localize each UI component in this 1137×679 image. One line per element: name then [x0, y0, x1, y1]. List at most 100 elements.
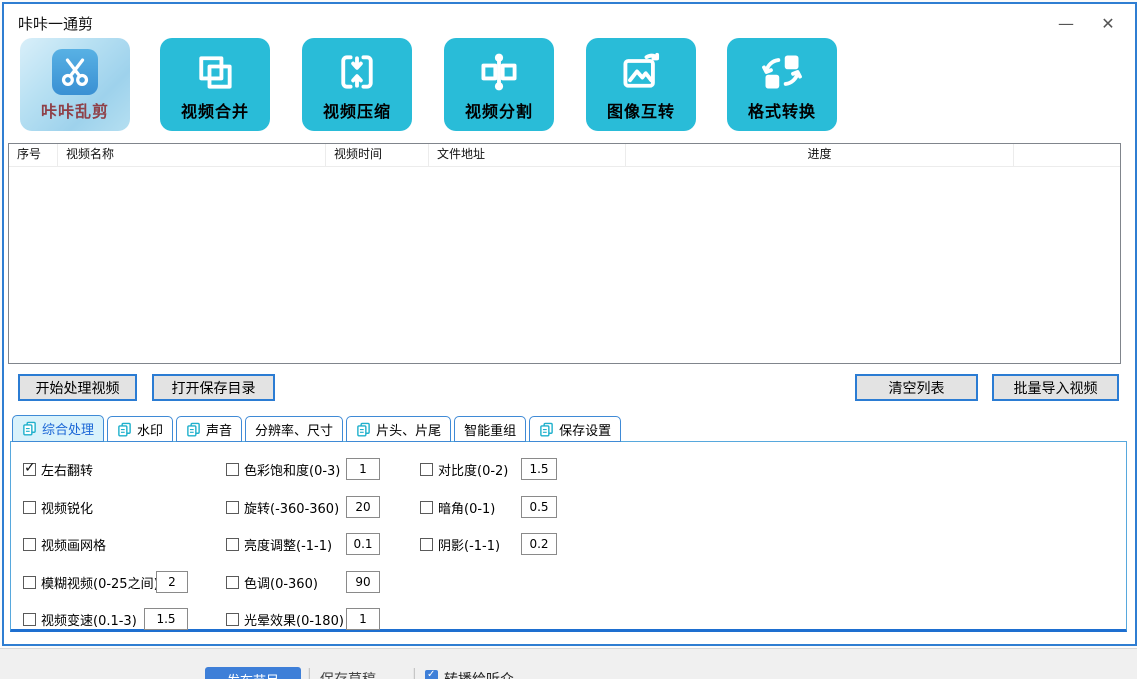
value-input-col2-1[interactable]: 1 — [346, 458, 380, 480]
tool-button-label: 图像互转 — [586, 98, 696, 122]
document-copy-icon — [22, 421, 37, 436]
tool-button-1[interactable]: 咔咔乱剪 — [20, 38, 130, 131]
tool-button-4[interactable]: 视频分割 — [444, 38, 554, 131]
checkbox-col1-1[interactable] — [23, 463, 36, 476]
checkbox-col2-1[interactable] — [226, 463, 239, 476]
tab-1[interactable]: 综合处理 — [12, 415, 104, 442]
column-header-6[interactable] — [1014, 144, 1120, 166]
tab-label: 声音 — [206, 420, 232, 439]
option-row: 亮度调整(-1-1) — [226, 533, 332, 555]
clear-list-button[interactable]: 清空列表 — [855, 374, 978, 401]
option-label: 光晕效果(0-180) — [244, 610, 344, 629]
column-header-1[interactable]: 序号 — [9, 144, 58, 166]
tab-label: 片头、片尾 — [376, 420, 441, 439]
checkbox-col3-1[interactable] — [420, 463, 433, 476]
start-processing-button[interactable]: 开始处理视频 — [18, 374, 137, 401]
option-row: 色彩饱和度(0-3) — [226, 458, 340, 480]
tab-label: 水印 — [137, 420, 163, 439]
tool-button-label: 视频分割 — [444, 98, 554, 122]
minimize-button[interactable]: — — [1053, 12, 1079, 34]
checkbox-col3-3[interactable] — [420, 538, 433, 551]
checkbox-col1-3[interactable] — [23, 538, 36, 551]
checkbox-col2-3[interactable] — [226, 538, 239, 551]
checkbox-col2-4[interactable] — [226, 576, 239, 589]
strip-separator: | — [412, 667, 417, 679]
tab-label: 保存设置 — [559, 420, 611, 439]
strip-separator: | — [307, 667, 312, 679]
table-header-row: 序号视频名称视频时间文件地址进度 — [9, 144, 1120, 167]
option-row: 旋转(-360-360) — [226, 496, 339, 518]
tab-label: 综合处理 — [42, 419, 94, 438]
checkbox-col2-5[interactable] — [226, 613, 239, 626]
image-swap-icon — [619, 50, 663, 94]
option-label: 左右翻转 — [41, 460, 93, 479]
option-label: 亮度调整(-1-1) — [244, 535, 332, 554]
column-header-2[interactable]: 视频名称 — [58, 144, 326, 166]
value-input-col2-2[interactable]: 20 — [346, 496, 380, 518]
scissors-icon — [52, 49, 98, 95]
column-header-5[interactable]: 进度 — [626, 144, 1014, 166]
option-row: 阴影(-1-1) — [420, 533, 500, 555]
desktop: { "window": { "title": "咔咔一通剪", "minimiz… — [0, 0, 1137, 678]
tab-5[interactable]: 片头、片尾 — [346, 416, 451, 442]
tool-button-6[interactable]: 格式转换 — [727, 38, 837, 131]
option-row: 左右翻转 — [23, 458, 93, 480]
option-label: 旋转(-360-360) — [244, 498, 339, 517]
value-input-col3-3[interactable]: 0.2 — [521, 533, 557, 555]
option-row: 色调(0-360) — [226, 571, 318, 593]
background-window-strip: 发布节目 | 保存草稿 | 转播给听众 — [0, 648, 1137, 679]
option-label: 阴影(-1-1) — [438, 535, 500, 554]
merge-squares-icon — [193, 50, 237, 94]
tab-6[interactable]: 智能重组 — [454, 416, 526, 442]
tab-3[interactable]: 声音 — [176, 416, 242, 442]
tool-button-2[interactable]: 视频合并 — [160, 38, 270, 131]
value-input-col2-5[interactable]: 1 — [346, 608, 380, 630]
close-button[interactable]: ✕ — [1095, 12, 1121, 34]
option-row: 模糊视频(0-25之间) — [23, 571, 159, 593]
document-copy-icon — [356, 422, 371, 437]
value-input-col3-2[interactable]: 0.5 — [521, 496, 557, 518]
option-label: 模糊视频(0-25之间) — [41, 573, 159, 592]
option-row: 暗角(0-1) — [420, 496, 495, 518]
settings-panel: 左右翻转视频锐化视频画网格模糊视频(0-25之间)2视频变速(0.1-3)1.5… — [10, 441, 1127, 632]
tab-7[interactable]: 保存设置 — [529, 416, 621, 442]
value-input-col1-4[interactable]: 2 — [156, 571, 188, 593]
option-label: 视频锐化 — [41, 498, 93, 517]
checkbox-col3-2[interactable] — [420, 501, 433, 514]
option-label: 对比度(0-2) — [438, 460, 508, 479]
format-swap-icon — [760, 50, 804, 94]
value-input-col3-1[interactable]: 1.5 — [521, 458, 557, 480]
value-input-col1-5[interactable]: 1.5 — [144, 608, 188, 630]
option-label: 色彩饱和度(0-3) — [244, 460, 340, 479]
tool-button-label: 格式转换 — [727, 98, 837, 122]
tool-button-label: 视频合并 — [160, 98, 270, 122]
publish-button[interactable]: 发布节目 — [205, 667, 301, 679]
checkbox-col1-4[interactable] — [23, 576, 36, 589]
tab-4[interactable]: 分辨率、尺寸 — [245, 416, 343, 442]
option-row: 对比度(0-2) — [420, 458, 508, 480]
option-row: 光晕效果(0-180) — [226, 608, 344, 630]
tool-button-3[interactable]: 视频压缩 — [302, 38, 412, 131]
compress-brackets-icon — [335, 50, 379, 94]
document-copy-icon — [186, 422, 201, 437]
checkbox-col2-2[interactable] — [226, 501, 239, 514]
option-row: 视频锐化 — [23, 496, 93, 518]
column-header-4[interactable]: 文件地址 — [429, 144, 626, 166]
video-file-table[interactable]: 序号视频名称视频时间文件地址进度 — [8, 143, 1121, 364]
document-copy-icon — [539, 422, 554, 437]
value-input-col2-4[interactable]: 90 — [346, 571, 380, 593]
batch-import-button[interactable]: 批量导入视频 — [992, 374, 1119, 401]
option-label: 视频变速(0.1-3) — [41, 610, 137, 629]
open-save-dir-button[interactable]: 打开保存目录 — [152, 374, 275, 401]
column-header-3[interactable]: 视频时间 — [326, 144, 429, 166]
value-input-col2-3[interactable]: 0.1 — [346, 533, 380, 555]
option-label: 色调(0-360) — [244, 573, 318, 592]
document-copy-icon — [117, 422, 132, 437]
app-window: 咔咔一通剪 — ✕ 咔咔乱剪视频合并视频压缩视频分割图像互转格式转换 序号视频名… — [2, 2, 1137, 646]
checkbox-col1-2[interactable] — [23, 501, 36, 514]
tool-button-5[interactable]: 图像互转 — [586, 38, 696, 131]
checkbox-col1-5[interactable] — [23, 613, 36, 626]
tool-button-label: 视频压缩 — [302, 98, 412, 122]
tab-2[interactable]: 水印 — [107, 416, 173, 442]
option-label: 暗角(0-1) — [438, 498, 495, 517]
